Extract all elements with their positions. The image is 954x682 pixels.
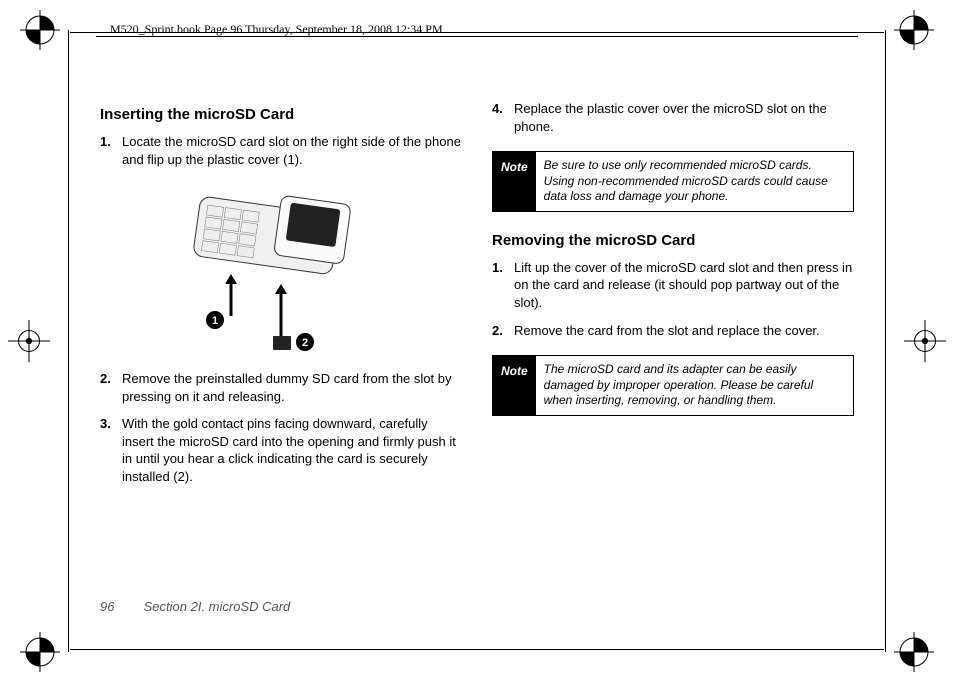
header-rule — [96, 36, 858, 37]
step-text: Replace the plastic cover over the micro… — [514, 100, 854, 135]
left-column: Inserting the microSD Card 1. Locate the… — [100, 100, 462, 582]
crop-mark-icon — [894, 632, 934, 672]
step-item: 2. Remove the preinstalled dummy SD card… — [100, 370, 462, 405]
step-number: 2. — [100, 370, 122, 405]
crop-line — [70, 649, 884, 650]
callout-1: 1 — [212, 315, 218, 327]
section-label: Section 2I. microSD Card — [144, 599, 291, 614]
note-label: Note — [493, 152, 536, 211]
note-box: Note Be sure to use only recommended mic… — [492, 151, 854, 212]
page-footer: 96 Section 2I. microSD Card — [100, 599, 290, 614]
step-number: 4. — [492, 100, 514, 135]
step-text: Remove the card from the slot and replac… — [514, 322, 854, 340]
step-number: 3. — [100, 415, 122, 485]
crop-mark-icon — [20, 632, 60, 672]
step-item: 4. Replace the plastic cover over the mi… — [492, 100, 854, 135]
step-item: 3. With the gold contact pins facing dow… — [100, 415, 462, 485]
heading-removing: Removing the microSD Card — [492, 232, 854, 249]
callout-2: 2 — [302, 337, 308, 349]
note-label: Note — [493, 356, 536, 415]
crop-line — [68, 30, 69, 652]
step-text: With the gold contact pins facing downwa… — [122, 415, 462, 485]
page-meta: M520_Sprint.book Page 96 Thursday, Septe… — [110, 22, 443, 37]
note-box: Note The microSD card and its adapter ca… — [492, 355, 854, 416]
crop-mark-icon — [894, 10, 934, 50]
note-text: The microSD card and its adapter can be … — [536, 356, 853, 415]
heading-inserting: Inserting the microSD Card — [100, 106, 462, 123]
crop-mark-icon — [20, 10, 60, 50]
content-area: Inserting the microSD Card 1. Locate the… — [100, 100, 854, 582]
step-number: 1. — [492, 259, 514, 312]
phone-illustration: 1 2 — [171, 186, 391, 356]
step-text: Locate the microSD card slot on the righ… — [122, 133, 462, 168]
crop-mark-icon — [904, 320, 946, 362]
note-text: Be sure to use only recommended microSD … — [536, 152, 853, 211]
step-text: Remove the preinstalled dummy SD card fr… — [122, 370, 462, 405]
step-item: 1. Lift up the cover of the microSD card… — [492, 259, 854, 312]
step-number: 1. — [100, 133, 122, 168]
crop-line — [885, 30, 886, 652]
step-item: 2. Remove the card from the slot and rep… — [492, 322, 854, 340]
page-number: 96 — [100, 599, 140, 614]
step-item: 1. Locate the microSD card slot on the r… — [100, 133, 462, 168]
crop-mark-icon — [8, 320, 50, 362]
step-number: 2. — [492, 322, 514, 340]
right-column: 4. Replace the plastic cover over the mi… — [492, 100, 854, 582]
step-text: Lift up the cover of the microSD card sl… — [514, 259, 854, 312]
